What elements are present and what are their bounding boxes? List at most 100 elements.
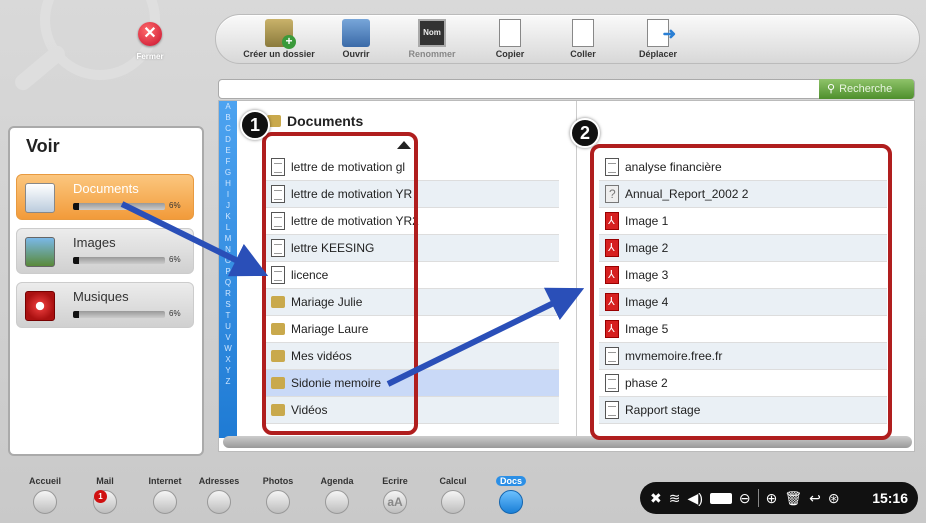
volume-icon[interactable]: ◀) [687, 490, 702, 507]
category-musiques[interactable]: Musiques 6% [16, 282, 194, 328]
alphabet-letter[interactable]: Y [219, 365, 237, 376]
minus-icon[interactable]: ⊖ [739, 490, 751, 507]
alphabet-letter[interactable]: X [219, 354, 237, 365]
highlight-box-1 [262, 132, 418, 435]
rename-button[interactable]: Nom Renommer [406, 19, 458, 59]
dock-calcul[interactable]: Calcul [428, 476, 478, 514]
move-button[interactable]: Déplacer [634, 19, 682, 59]
wifi-icon[interactable]: ≋ [669, 490, 681, 507]
alphabet-letter[interactable]: W [219, 343, 237, 354]
paste-label: Coller [570, 49, 596, 59]
alphabet-letter[interactable]: I [219, 189, 237, 200]
dock-mail[interactable]: Mail 1 [80, 476, 130, 514]
docs-icon [499, 490, 523, 514]
clock: 15:16 [872, 490, 908, 506]
dock-label: Adresses [198, 476, 240, 486]
search-input[interactable]: ⚲ Recherche [218, 79, 915, 99]
battery-icon [709, 492, 732, 504]
help-icon[interactable]: ⊛ [828, 490, 840, 507]
alphabet-letter[interactable]: O [219, 255, 237, 266]
category-documents[interactable]: Documents 6% [16, 174, 194, 220]
create-folder-button[interactable]: Créer un dossier [242, 19, 316, 59]
contacts-icon [207, 490, 231, 514]
alphabet-letter[interactable]: L [219, 222, 237, 233]
alphabet-letter[interactable]: J [219, 200, 237, 211]
trash-icon[interactable]: 🗑 [784, 490, 802, 507]
plus-icon[interactable]: ⊕ [766, 490, 778, 507]
dock-label: Mail [96, 476, 114, 486]
copy-button[interactable]: Copier [492, 19, 528, 59]
alphabet-letter[interactable]: T [219, 310, 237, 321]
alphabet-letter[interactable]: G [219, 167, 237, 178]
open-button[interactable]: Ouvrir [336, 19, 376, 59]
alphabet-letter[interactable]: A [219, 101, 237, 112]
search-label: Recherche [839, 83, 893, 95]
dock-accueil[interactable]: Accueil [20, 476, 70, 514]
alphabet-letter[interactable]: Z [219, 376, 237, 387]
alphabet-letter[interactable]: E [219, 145, 237, 156]
usage-bar [73, 257, 165, 264]
usage-percent: 6% [169, 255, 181, 264]
voir-title: Voir [26, 136, 60, 156]
paste-button[interactable]: Coller [566, 19, 600, 59]
usage-bar [73, 203, 165, 210]
tools-icon[interactable]: ✖ [650, 490, 662, 507]
system-tray: ✖ ≋ ◀) ⊖ ⊕ 🗑 ↩ ⊛ 15:16 [640, 482, 918, 514]
alphabet-letter[interactable]: M [219, 233, 237, 244]
annotation-badge-1: 1 [240, 110, 270, 140]
back-icon[interactable]: ↩ [809, 490, 821, 507]
dock-agenda[interactable]: Agenda [312, 476, 362, 514]
dock-internet[interactable]: Internet [140, 476, 190, 514]
copy-label: Copier [495, 49, 525, 59]
alphabet-letter[interactable]: V [219, 332, 237, 343]
camera-icon [266, 490, 290, 514]
dock-photos[interactable]: Photos [253, 476, 303, 514]
category-label: Musiques [73, 289, 129, 304]
usage-percent: 6% [169, 309, 181, 318]
alphabet-letter[interactable]: S [219, 299, 237, 310]
dock-adresses[interactable]: Adresses [194, 476, 244, 514]
dock-label: Internet [148, 476, 182, 486]
images-icon [25, 237, 55, 267]
alphabet-letter[interactable]: B [219, 112, 237, 123]
alphabet-letter[interactable]: R [219, 288, 237, 299]
agenda-icon [325, 490, 349, 514]
tray-divider [757, 489, 759, 507]
category-images[interactable]: Images 6% [16, 228, 194, 274]
write-icon: aA [383, 490, 407, 514]
globe-icon [153, 490, 177, 514]
open-folder-icon [342, 19, 370, 47]
dock-ecrire[interactable]: Ecrire aA [370, 476, 420, 514]
alphabet-letter[interactable]: P [219, 266, 237, 277]
alphabet-letter[interactable]: K [219, 211, 237, 222]
paste-icon [572, 19, 594, 47]
alphabet-letter[interactable]: C [219, 123, 237, 134]
search-button[interactable]: ⚲ Recherche [819, 79, 914, 99]
home-icon [33, 490, 57, 514]
alphabet-letter[interactable]: Q [219, 277, 237, 288]
dock-docs[interactable]: Docs [486, 476, 536, 514]
close-label: Fermer [136, 52, 164, 61]
column-divider [576, 101, 577, 438]
calculator-icon [441, 490, 465, 514]
alphabet-index[interactable]: ABCDEFGHIJKLMNOPQRSTUVWXYZ [219, 101, 237, 438]
dock-label: Ecrire [382, 476, 408, 486]
alphabet-letter[interactable]: N [219, 244, 237, 255]
move-label: Déplacer [638, 49, 678, 59]
alphabet-letter[interactable]: F [219, 156, 237, 167]
dock-label: Agenda [320, 476, 354, 486]
search-icon: ⚲ [827, 83, 836, 95]
unread-badge: 1 [94, 490, 107, 503]
music-icon [25, 291, 55, 321]
highlight-box-2 [590, 144, 892, 440]
folder-title: Documents [267, 113, 363, 129]
alphabet-letter[interactable]: H [219, 178, 237, 189]
alphabet-letter[interactable]: U [219, 321, 237, 332]
folder-title-text: Documents [287, 113, 364, 129]
dock-label: Docs [495, 476, 526, 486]
category-label: Images [73, 235, 116, 250]
category-label: Documents [73, 181, 139, 196]
close-button[interactable]: ✕ Fermer [130, 22, 170, 61]
rename-icon: Nom [418, 19, 446, 47]
alphabet-letter[interactable]: D [219, 134, 237, 145]
